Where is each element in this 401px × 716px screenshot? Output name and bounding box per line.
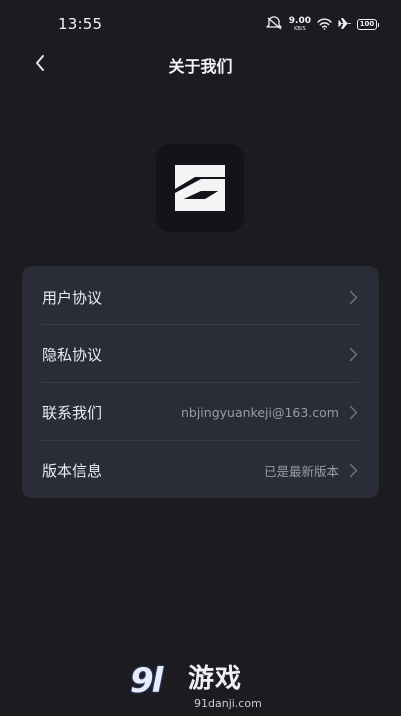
nav-bar: 关于我们 — [0, 44, 401, 82]
network-speed-value: 9.00 — [288, 15, 311, 26]
menu-item-privacy-policy[interactable]: 隐私协议 — [42, 325, 359, 383]
network-speed-unit: KB/S — [294, 25, 306, 32]
menu-item-label: 联系我们 — [42, 403, 103, 422]
status-icons: 9.00 KB/S 100 — [266, 14, 379, 34]
menu-item-user-agreement[interactable]: 用户协议 — [42, 268, 359, 326]
mute-icon — [266, 15, 283, 34]
status-bar: 13:55 9.00 KB/S 100 — [0, 0, 401, 46]
watermark-domain: 91danji.com — [194, 697, 262, 710]
contact-email: nbjingyuankeji@163.com — [180, 404, 339, 420]
chevron-right-icon — [347, 346, 359, 362]
menu-item-label: 版本信息 — [42, 461, 103, 480]
airplane-icon — [337, 15, 352, 34]
chevron-right-icon — [347, 289, 359, 305]
menu-item-contact-us[interactable]: 联系我们 nbjingyuankeji@163.com — [42, 383, 359, 441]
watermark-text: 游戏 — [188, 664, 243, 694]
menu-item-label: 隐私协议 — [42, 345, 103, 364]
menu-item-label: 用户协议 — [42, 288, 103, 307]
battery-level: 100 — [359, 19, 375, 28]
network-speed: 9.00 KB/S — [288, 15, 311, 32]
app-logo-mark — [175, 165, 225, 211]
battery-icon: 100 — [357, 18, 379, 30]
site-watermark: 9l 游戏 91danji.com — [128, 664, 278, 716]
wifi-icon — [317, 15, 332, 34]
menu-item-version-info[interactable]: 版本信息 已是最新版本 — [42, 441, 359, 499]
chevron-right-icon — [347, 404, 359, 420]
version-status: 已是最新版本 — [263, 463, 339, 479]
app-logo — [156, 144, 244, 232]
page-title: 关于我们 — [168, 57, 233, 76]
watermark-number: 9l — [130, 661, 163, 701]
chevron-right-icon — [347, 462, 359, 478]
menu-card: 用户协议 隐私协议 联系我们 nbjingyuankeji@163.com 版本… — [22, 266, 379, 498]
status-time: 13:55 — [58, 15, 103, 33]
